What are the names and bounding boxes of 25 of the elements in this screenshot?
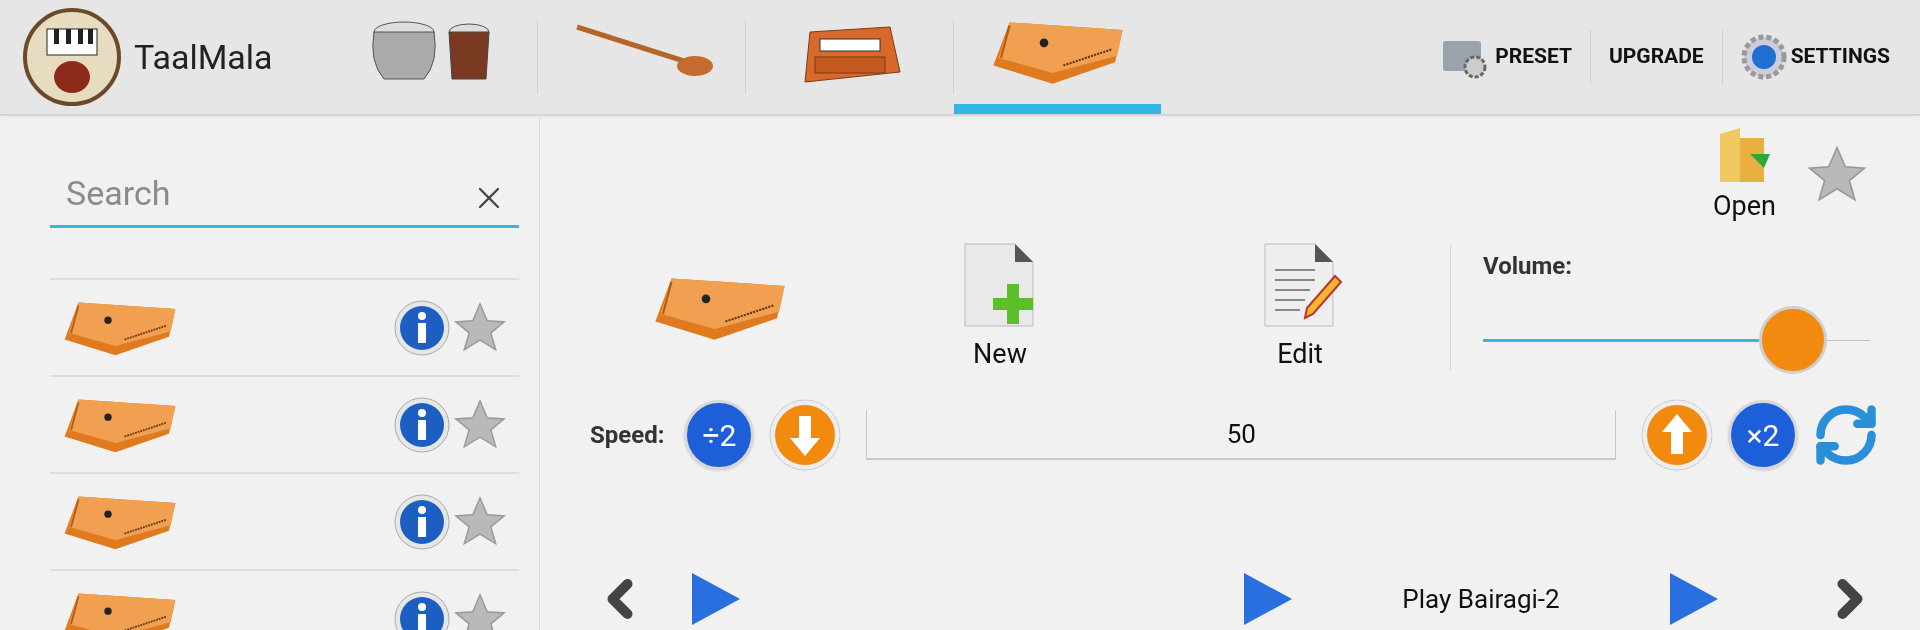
toolbar-button[interactable]: SETTINGS	[1722, 0, 1908, 114]
halve-speed-button[interactable]: ÷2	[684, 400, 755, 470]
info-icon[interactable]	[393, 395, 451, 454]
double-speed-button[interactable]: ×2	[1728, 400, 1798, 470]
settings-icon	[1740, 34, 1787, 80]
play-icon[interactable]	[1668, 571, 1720, 627]
search-field[interactable]: Search	[50, 160, 519, 228]
info-icon[interactable]	[393, 589, 451, 630]
info-icon[interactable]	[393, 492, 451, 551]
play-icon[interactable]	[1242, 571, 1294, 627]
app-title: TaalMala	[134, 35, 273, 79]
toolbar-button[interactable]: UPGRADE	[1590, 0, 1722, 114]
slower-button[interactable]	[768, 398, 843, 472]
play-label: Play Bairagi-2	[1401, 582, 1561, 616]
open-button[interactable]: Open	[1713, 123, 1776, 227]
info-icon[interactable]	[393, 298, 451, 357]
action-button[interactable]: Edit	[1150, 240, 1450, 375]
play-icon[interactable]	[690, 571, 742, 627]
toolbar-button[interactable]: PRESET	[1423, 0, 1590, 114]
speed-value[interactable]: 50	[866, 410, 1616, 460]
faster-button[interactable]	[1640, 398, 1714, 472]
volume-label: Volume:	[1483, 250, 1573, 282]
speed-label: Speed:	[590, 420, 665, 451]
volume-slider[interactable]	[1483, 305, 1870, 376]
action-button[interactable]: New	[850, 240, 1150, 375]
